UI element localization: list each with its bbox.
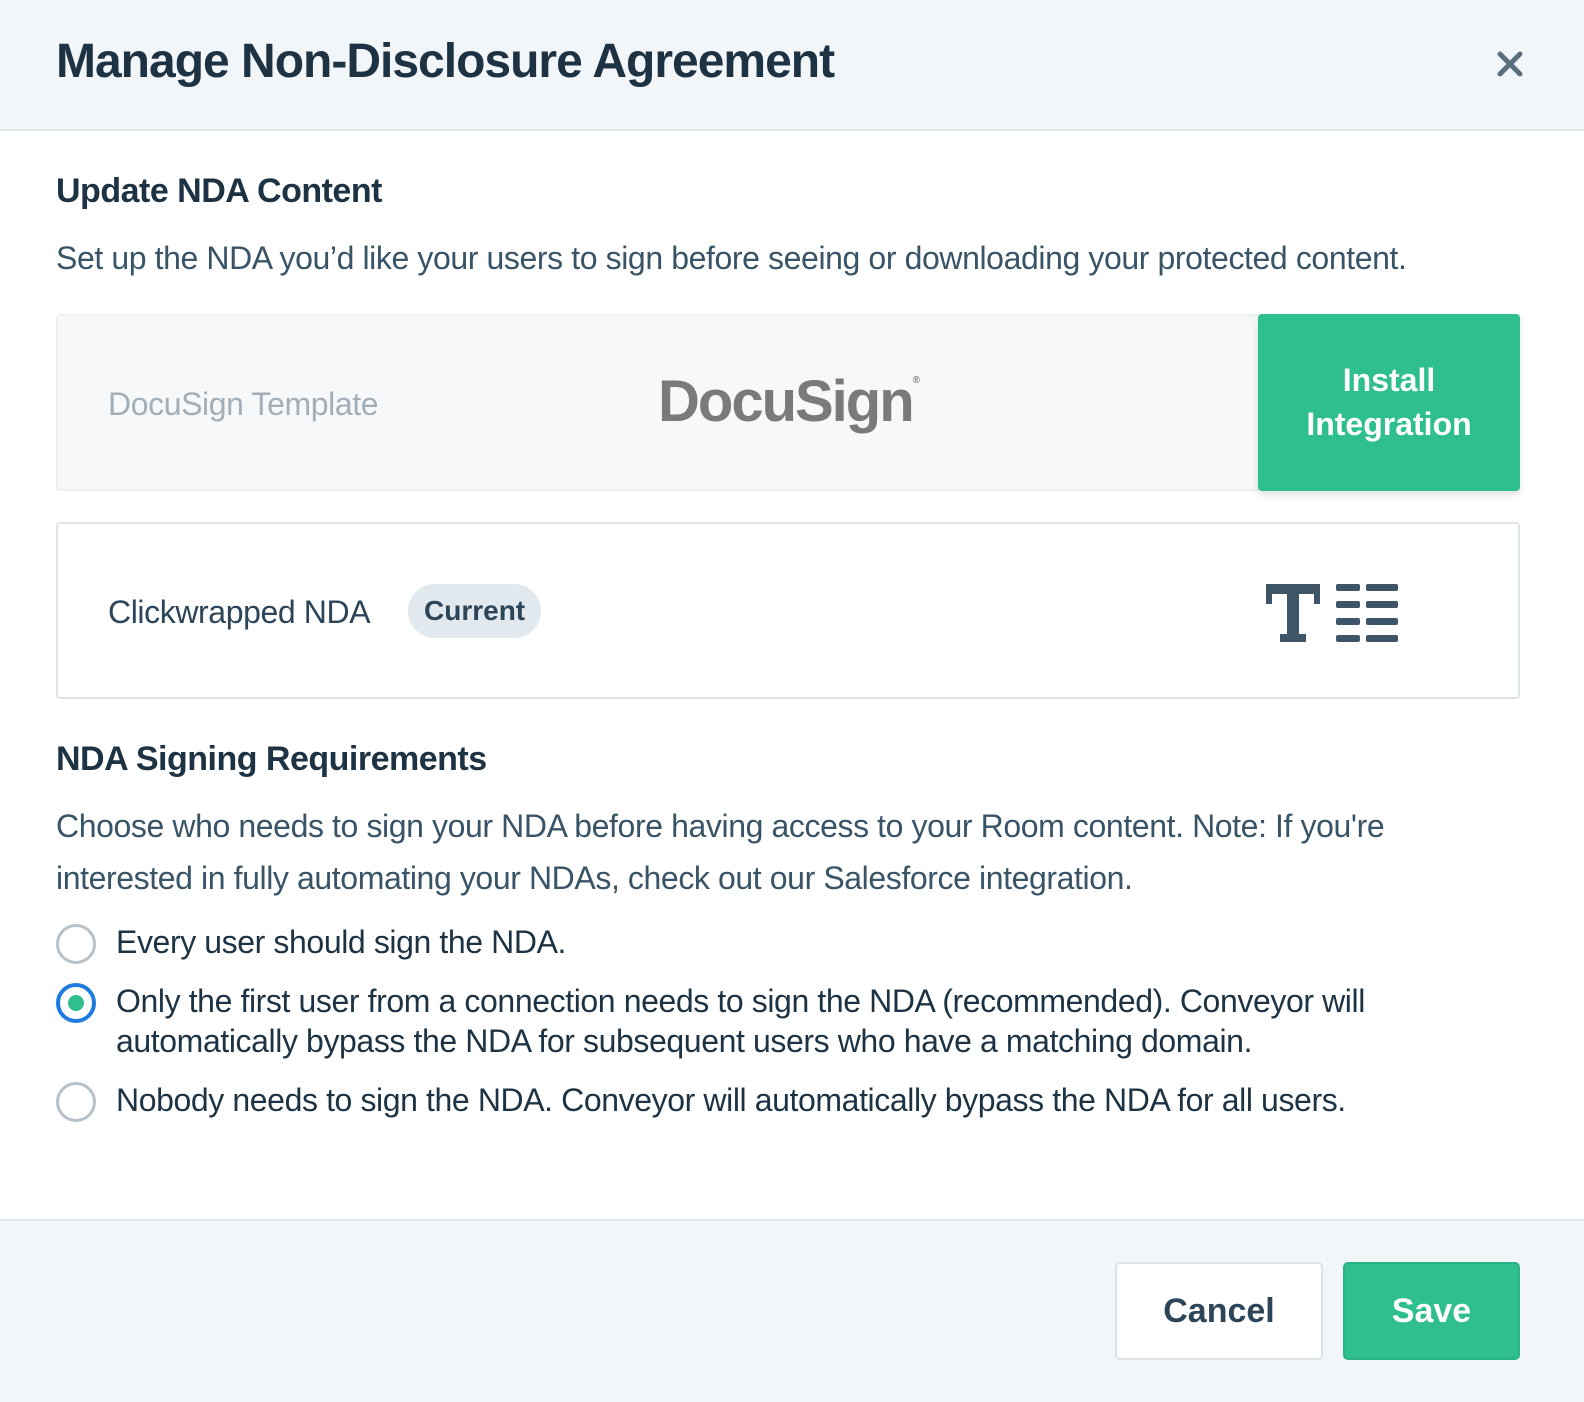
radio-button[interactable] xyxy=(56,1082,96,1122)
current-badge: Current xyxy=(408,584,542,638)
cancel-button[interactable]: Cancel xyxy=(1115,1262,1323,1360)
requirements-section-heading: NDA Signing Requirements xyxy=(56,740,487,778)
modal-header: Manage Non-Disclosure Agreement xyxy=(0,0,1584,131)
close-button[interactable] xyxy=(1490,44,1530,84)
install-integration-label-line2: Integration xyxy=(1306,406,1472,442)
content-section-description: Set up the NDA you’d like your users to … xyxy=(56,240,1407,276)
save-button[interactable]: Save xyxy=(1343,1262,1520,1360)
clickwrap-option-label: Clickwrapped NDA xyxy=(108,594,371,630)
requirements-section-description: Choose who needs to sign your NDA before… xyxy=(56,808,1385,896)
text-document-icon xyxy=(1266,584,1398,642)
content-section-heading: Update NDA Content xyxy=(56,172,382,210)
close-icon xyxy=(1497,51,1523,77)
docusign-option-label: DocuSign Template xyxy=(108,386,379,422)
install-integration-button[interactable]: Install Integration xyxy=(1258,314,1520,491)
docusign-logo: DocuSign® xyxy=(658,369,921,434)
radio-option-label: Every user should sign the NDA. xyxy=(116,924,567,960)
install-integration-label-line1: Install xyxy=(1342,362,1436,398)
modal-title: Manage Non-Disclosure Agreement xyxy=(56,35,835,88)
radio-option-label: Only the first user from a connection ne… xyxy=(116,983,1365,1059)
radio-button[interactable] xyxy=(56,924,96,964)
clickwrap-option-card[interactable]: Clickwrapped NDA Current xyxy=(56,522,1520,699)
radio-option-label: Nobody needs to sign the NDA. Conveyor w… xyxy=(116,1082,1346,1118)
radio-button-selected[interactable] xyxy=(56,983,96,1023)
